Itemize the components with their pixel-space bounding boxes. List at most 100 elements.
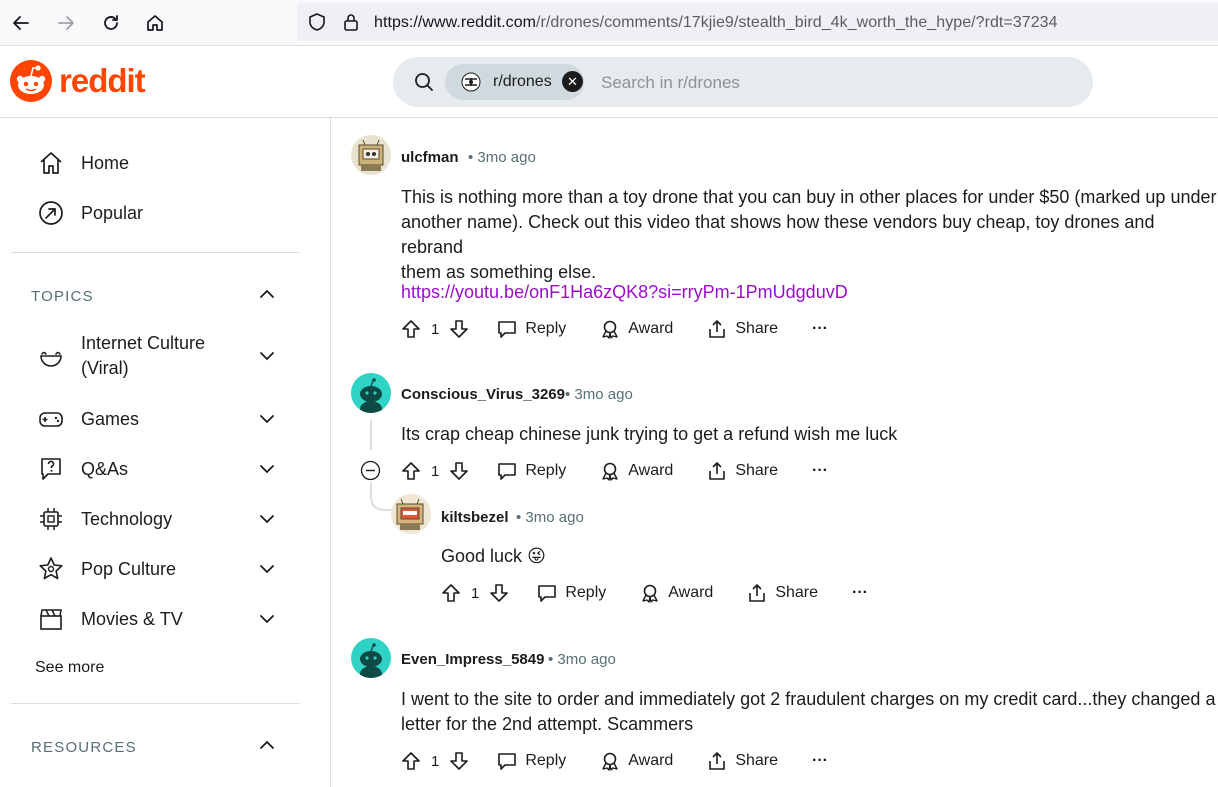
reply-label: Reply: [525, 752, 567, 769]
share-button[interactable]: Share: [707, 751, 778, 771]
sidebar-item-movies-tv[interactable]: Movies & TV: [36, 604, 183, 634]
vote-count: 1: [431, 752, 440, 770]
downvote-icon[interactable]: [449, 319, 469, 339]
award-button[interactable]: Award: [600, 751, 673, 771]
comment-body: Good luck 😜: [441, 544, 546, 569]
shield-icon[interactable]: [307, 12, 327, 37]
comment-bubble-icon: [498, 321, 517, 338]
url-host: https://www.reddit.com: [374, 14, 537, 31]
sidebar-item-technology[interactable]: Technology: [36, 504, 172, 534]
upvote-icon[interactable]: [401, 461, 421, 481]
see-more-link[interactable]: See more: [35, 659, 104, 677]
reddit-logo[interactable]: reddit: [10, 60, 146, 102]
comment-bubble-icon: [498, 753, 517, 770]
downvote-icon[interactable]: [449, 751, 469, 771]
sidebar-item-label: Technology: [81, 508, 173, 529]
sidebar-item-games[interactable]: Games: [36, 404, 139, 434]
avatar[interactable]: [351, 638, 391, 678]
reply-button[interactable]: Reply: [537, 583, 606, 603]
search-input[interactable]: Search in r/drones: [601, 73, 740, 93]
close-icon[interactable]: ✕: [562, 71, 583, 92]
comment-bubble-icon: [498, 463, 517, 480]
robot-avatar-icon: [358, 139, 384, 171]
address-bar[interactable]: https://www.reddit.com/r/drones/comments…: [297, 3, 1218, 41]
chevron-down-icon[interactable]: [258, 560, 276, 578]
share-button[interactable]: Share: [707, 461, 778, 481]
share-icon: [709, 462, 726, 480]
comment-body: This is nothing more than a toy drone th…: [401, 185, 1218, 285]
sidebar-item-label: Home: [81, 152, 130, 173]
sidebar-item-label: Movies & TV: [81, 608, 183, 629]
comment-author[interactable]: ulcfman: [401, 149, 459, 166]
chevron-down-icon[interactable]: [258, 410, 276, 428]
comment-time: • 3mo ago: [548, 651, 616, 668]
reload-icon[interactable]: [96, 8, 126, 38]
chip-icon: [36, 504, 66, 534]
avatar[interactable]: [391, 494, 431, 534]
award-icon: [602, 752, 618, 771]
award-button[interactable]: Award: [600, 461, 673, 481]
home-icon[interactable]: [140, 8, 170, 38]
chevron-down-icon[interactable]: [258, 460, 276, 478]
snoo-avatar-icon: [360, 378, 382, 413]
share-label: Share: [775, 584, 819, 601]
sidebar-item-pop-culture[interactable]: Pop Culture: [36, 554, 176, 584]
comment-author[interactable]: Even_Impress_5849: [401, 651, 544, 668]
more-options-icon[interactable]: ···: [812, 320, 828, 338]
upvote-icon[interactable]: [401, 319, 421, 339]
back-arrow-icon[interactable]: [6, 8, 36, 38]
reply-button[interactable]: Reply: [497, 319, 566, 339]
comment-line: Good luck: [441, 546, 523, 566]
chevron-up-icon[interactable]: [258, 285, 276, 303]
award-button[interactable]: Award: [640, 583, 713, 603]
sidebar-item-popular[interactable]: Popular: [36, 198, 143, 228]
upvote-icon[interactable]: [401, 751, 421, 771]
avatar[interactable]: [351, 373, 391, 413]
chevron-down-icon[interactable]: [258, 610, 276, 628]
sidebar-item-internet-culture[interactable]: Internet Culture (Viral): [36, 331, 205, 381]
youtube-link[interactable]: https://youtu.be/onF1Ha6zQK8?si=rryPm-1P…: [401, 282, 848, 303]
avatar[interactable]: [351, 135, 391, 175]
resources-heading[interactable]: RESOURCES: [31, 739, 137, 756]
share-button[interactable]: Share: [747, 583, 818, 603]
subreddit-search-chip[interactable]: r/drones ✕: [445, 64, 584, 100]
snoo-logo-icon: [10, 60, 52, 102]
home-icon: [36, 148, 66, 178]
comment-time: • 3mo ago: [516, 509, 584, 526]
topics-heading[interactable]: TOPICS: [31, 288, 94, 305]
comment-author[interactable]: kiltsbezel: [441, 509, 509, 526]
sidebar-item-label: Q&As: [81, 458, 129, 479]
share-label: Share: [735, 320, 779, 337]
share-icon: [709, 320, 726, 338]
url-text[interactable]: https://www.reddit.com/r/drones/comments…: [374, 14, 1058, 32]
share-button[interactable]: Share: [707, 319, 778, 339]
comment-author[interactable]: Conscious_Virus_3269: [401, 386, 565, 403]
reply-button[interactable]: Reply: [497, 751, 566, 771]
robot-avatar-icon: [396, 498, 424, 530]
award-button[interactable]: Award: [600, 319, 673, 339]
sidebar-item-qas[interactable]: Q&As: [36, 454, 128, 484]
more-options-icon[interactable]: ···: [812, 752, 828, 770]
downvote-icon[interactable]: [489, 583, 509, 603]
comment-actions: 1 Reply Award Share ···: [401, 746, 828, 776]
search-bar[interactable]: r/drones ✕ Search in r/drones: [393, 57, 1093, 107]
chevron-down-icon[interactable]: [258, 510, 276, 528]
more-options-icon[interactable]: ···: [812, 462, 828, 480]
share-icon: [709, 752, 726, 770]
award-icon: [602, 320, 618, 339]
search-icon: [414, 72, 434, 97]
sidebar-item-home[interactable]: Home: [36, 148, 129, 178]
chevron-down-icon[interactable]: [258, 347, 276, 365]
comment-body: Its crap cheap chinese junk trying to ge…: [401, 422, 897, 447]
question-bubble-icon: [36, 454, 66, 484]
forward-arrow-icon[interactable]: [51, 8, 81, 38]
downvote-icon[interactable]: [449, 461, 469, 481]
sidebar-item-label: Games: [81, 408, 140, 429]
lock-icon[interactable]: [342, 12, 360, 37]
award-label: Award: [628, 320, 674, 337]
more-options-icon[interactable]: ···: [852, 584, 868, 602]
upvote-icon[interactable]: [441, 583, 461, 603]
sidebar-divider: [11, 703, 300, 704]
chevron-up-icon[interactable]: [258, 736, 276, 754]
reply-button[interactable]: Reply: [497, 461, 566, 481]
